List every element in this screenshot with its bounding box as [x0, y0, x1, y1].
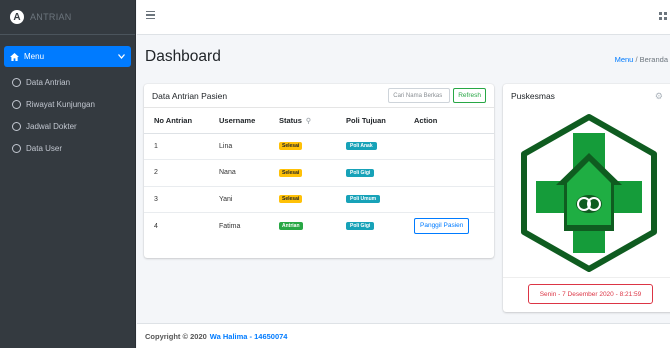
cell-no: 3	[144, 185, 209, 213]
breadcrumb-current: Beranda	[639, 55, 668, 64]
status-badge: Selesai	[279, 195, 303, 204]
gear-icon[interactable]: ⚙	[655, 91, 663, 102]
cell-action: Panggil Pasien	[404, 212, 494, 239]
status-badge: Antrian	[279, 222, 303, 230]
puskesmas-logo	[503, 108, 670, 278]
hamburger-icon[interactable]	[146, 11, 155, 19]
sidebar-item-data-user[interactable]: Data User	[0, 137, 135, 159]
column-header-label: Username	[219, 115, 256, 125]
poli-badge: Poli Umum	[346, 195, 381, 204]
grid-icon[interactable]	[659, 12, 667, 20]
poli-badge: Poli Anak	[346, 142, 377, 151]
queue-card-header: Data Antrian Pasien Cari Nama Berkas Ref…	[144, 84, 494, 108]
cell-poli: Poli Anak	[336, 132, 404, 160]
brand-link[interactable]: A ANTRIAN	[0, 0, 135, 35]
status-badge: Selesai	[279, 142, 303, 151]
cell-poli: Poli Gigi	[336, 212, 404, 239]
sidebar-item-label: Data User	[26, 143, 63, 153]
table-row: 1 Lina Selesai Poli Anak	[144, 132, 494, 160]
sidebar-item-jadwal-dokter[interactable]: Jadwal Dokter	[0, 115, 135, 137]
sidebar: A ANTRIAN Menu Data Antrian Riwayat Kunj…	[0, 0, 136, 348]
footer-author-link[interactable]: Wa Halima - 14650074	[210, 332, 288, 341]
cell-no: 2	[144, 159, 209, 186]
sidebar-item-label: Data Antrian	[26, 77, 71, 87]
queue-card: Data Antrian Pasien Cari Nama Berkas Ref…	[144, 84, 494, 258]
table-row: 2 Nana Selesai Poli Gigi	[144, 159, 494, 186]
cell-action	[404, 159, 494, 186]
cell-status: Selesai	[269, 159, 336, 186]
cell-status: Selesai	[269, 132, 336, 160]
queue-card-title: Data Antrian Pasien	[152, 90, 228, 101]
footer: Copyright © 2020 Wa Halima - 14650074	[137, 323, 670, 348]
search-input[interactable]: Cari Nama Berkas	[388, 88, 451, 103]
breadcrumb: Menu / Beranda	[615, 55, 668, 64]
brand-name: ANTRIAN	[30, 12, 72, 22]
sidebar-item-data-antrian[interactable]: Data Antrian	[0, 71, 135, 93]
column-header-status[interactable]: Status ⚲	[269, 108, 336, 134]
cell-action	[404, 185, 494, 213]
cell-poli: Poli Gigi	[336, 159, 404, 186]
cell-no: 1	[144, 132, 209, 160]
cell-username: Yani	[209, 185, 269, 213]
cell-status: Selesai	[269, 185, 336, 213]
page-title: Dashboard	[145, 48, 221, 65]
cell-action	[404, 132, 494, 160]
column-header-label: Action	[414, 115, 438, 125]
puskesmas-card-title: Puskesmas	[511, 91, 555, 101]
sidebar-item-label: Jadwal Dokter	[26, 121, 77, 131]
poli-badge: Poli Gigi	[346, 168, 375, 177]
circle-icon	[12, 121, 21, 131]
table-row: 3 Yani Selesai Poli Umum	[144, 185, 494, 213]
puskesmas-card-header: Puskesmas	[503, 84, 670, 108]
refresh-button[interactable]: Refresh	[453, 88, 486, 103]
status-badge: Selesai	[279, 168, 303, 177]
footer-copyright: Copyright © 2020	[145, 331, 207, 341]
home-icon	[10, 52, 19, 61]
sidebar-menu-toggle[interactable]: Menu	[4, 46, 131, 67]
table-row: 4 Fatima Antrian Poli Gigi Panggil Pasie…	[144, 212, 494, 239]
breadcrumb-separator: /	[635, 55, 638, 64]
column-header-label: No Antrian	[154, 115, 193, 125]
top-navbar	[137, 0, 670, 35]
poli-badge: Poli Gigi	[346, 222, 375, 230]
puskesmas-card: Puskesmas ⚙ Senin - 7 Desember 2020 - 8:…	[503, 84, 670, 312]
cell-username: Nana	[209, 159, 269, 186]
circle-icon	[12, 143, 21, 153]
column-header: No Antrian	[144, 108, 209, 134]
cell-username: Lina	[209, 132, 269, 160]
search-icon[interactable]: ⚲	[306, 118, 311, 125]
column-header-label: Status	[279, 115, 302, 125]
cell-status: Antrian	[269, 212, 336, 239]
column-header: Action	[404, 108, 494, 134]
cell-poli: Poli Umum	[336, 185, 404, 213]
datetime-display: Senin - 7 Desember 2020 - 8:21:59	[528, 284, 653, 304]
puskesmas-logo-icon	[521, 114, 657, 272]
breadcrumb-menu-link[interactable]: Menu	[615, 55, 634, 64]
circle-icon	[12, 99, 21, 109]
circle-icon	[12, 77, 21, 87]
card-divider	[503, 277, 670, 278]
column-header: Username	[209, 108, 269, 134]
call-patient-button[interactable]: Panggil Pasien	[414, 218, 470, 234]
chevron-down-icon	[118, 54, 125, 59]
brand-logo-icon: A	[10, 10, 24, 24]
sidebar-menu-label: Menu	[24, 52, 45, 61]
queue-table: No Antrian Username Status ⚲ Poli Tujuan …	[144, 108, 494, 239]
cell-username: Fatima	[209, 212, 269, 239]
sidebar-item-riwayat-kunjungan[interactable]: Riwayat Kunjungan	[0, 93, 135, 115]
cell-no: 4	[144, 212, 209, 239]
column-header: Poli Tujuan	[336, 108, 404, 134]
column-header-label: Poli Tujuan	[346, 115, 386, 125]
sidebar-item-label: Riwayat Kunjungan	[26, 99, 95, 109]
